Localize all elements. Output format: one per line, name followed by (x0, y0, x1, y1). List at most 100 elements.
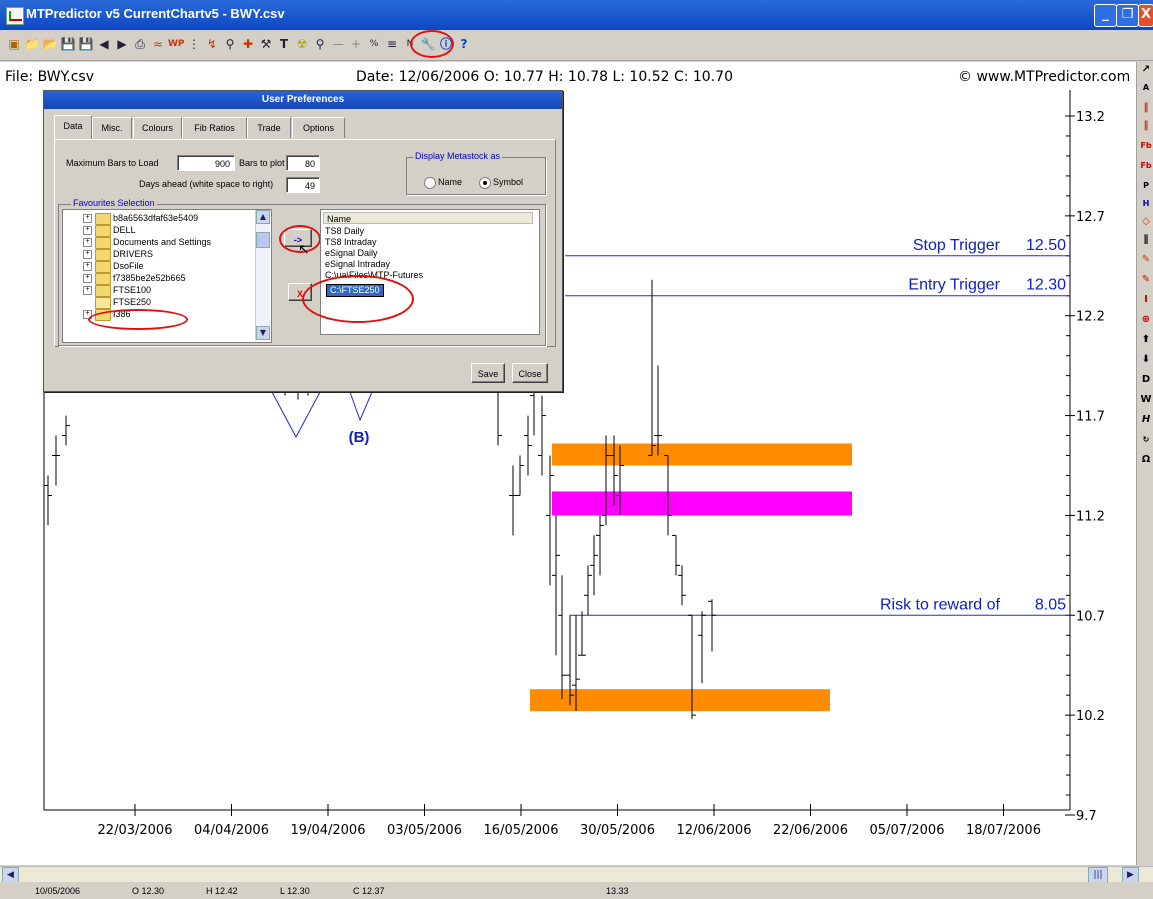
scroll-right-icon[interactable]: ▶ (1122, 867, 1139, 883)
tab-trade[interactable]: Trade (247, 117, 291, 138)
d-icon[interactable]: D (1138, 372, 1153, 388)
status-bar: 10/05/2006 O 12.30 H 12.42 L 12.30 C 12.… (0, 882, 1153, 899)
horizontal-scrollbar[interactable]: ◀ ||| ▶ (0, 866, 1153, 883)
target-icon[interactable]: ⊕ (1138, 312, 1153, 328)
a-icon[interactable]: A (1138, 80, 1153, 96)
trigger-label: Entry Trigger (908, 277, 1000, 294)
w-icon[interactable]: W (1138, 392, 1153, 408)
trigger-value: 8.05 (1035, 596, 1066, 613)
close-dialog-button[interactable]: Close (512, 363, 548, 383)
list-item[interactable]: TS8 Intraday (325, 237, 377, 248)
x-tick-label: 30/05/2006 (580, 823, 655, 838)
down-arrow-icon[interactable]: ⬇ (1138, 352, 1153, 368)
pencil2-icon[interactable]: ✎ (1138, 272, 1153, 288)
reset-icon[interactable]: ↻ (1138, 432, 1153, 448)
radio-symbol[interactable] (479, 177, 491, 189)
scroll-up-icon[interactable]: ▲ (256, 210, 270, 224)
tab-data[interactable]: Data (54, 115, 92, 139)
zone-box (552, 491, 852, 516)
pl-icon[interactable]: P (1138, 178, 1153, 194)
tree-item[interactable]: + DELL (63, 224, 253, 237)
status-close: C 12.37 (353, 886, 385, 896)
tree-item[interactable]: + Documents and Settings (63, 236, 253, 249)
y-tick-label: 13.2 (1076, 110, 1105, 125)
highlight-ellipse (88, 309, 188, 330)
range-icon[interactable]: ◇ (1138, 214, 1153, 230)
bracket-icon[interactable]: ‖ (1138, 100, 1153, 116)
fib-p-icon[interactable]: Fb (1138, 138, 1153, 154)
trigger-label: Stop Trigger (913, 237, 1001, 254)
fib-t-icon[interactable]: Fb (1138, 158, 1153, 174)
marker-icon[interactable]: I (1138, 292, 1153, 308)
scroll-thumb[interactable]: ||| (1088, 867, 1108, 883)
trigger-label: Risk to reward of (880, 596, 1001, 613)
zone-box (552, 443, 852, 466)
tab-options[interactable]: Options (292, 117, 345, 138)
days-ahead-input[interactable]: 49 (286, 177, 320, 193)
x-tick-label: 19/04/2006 (291, 823, 366, 838)
y-tick-label: 10.2 (1076, 709, 1105, 724)
trigger-value: 12.30 (1026, 277, 1066, 294)
y-tick-label: 12.7 (1076, 210, 1105, 225)
save-button[interactable]: Save (471, 363, 505, 383)
scroll-thumb[interactable] (256, 232, 270, 248)
days-ahead-label: Days ahead (white space to right) (139, 179, 274, 189)
user-preferences-dialog: User Preferences Data Misc. Colours Fib … (43, 90, 563, 392)
highlight-ellipse (302, 275, 414, 323)
bracket2-icon[interactable]: ‖ (1138, 118, 1153, 134)
wave-label: (B) (349, 429, 370, 446)
radio-symbol-label: Symbol (493, 177, 524, 187)
split-icon[interactable]: ∥ (1138, 232, 1153, 248)
tree-item-selected[interactable]: FTSE250 (63, 296, 253, 309)
y-tick-label: 12.2 (1076, 310, 1105, 325)
side-toolbar: ↗ A ‖ ‖ Fb Fb P H ◇ ∥ ✎ ✎ I ⊕ ⬆ ⬇ D W H … (1136, 62, 1153, 865)
up-arrow-icon[interactable]: ⬆ (1138, 332, 1153, 348)
max-bars-input[interactable]: 900 (177, 155, 235, 171)
x-tick-label: 22/03/2006 (98, 823, 173, 838)
list-header: Name (323, 212, 533, 224)
y-tick-label: 9.7 (1076, 809, 1097, 824)
dialog-title: User Preferences (44, 91, 562, 109)
omega-icon[interactable]: Ω (1138, 452, 1153, 468)
radio-name[interactable] (424, 177, 436, 189)
x-tick-label: 22/06/2006 (773, 823, 848, 838)
tree-item[interactable]: + DRIVERS (63, 248, 253, 261)
hl-icon[interactable]: H (1138, 196, 1153, 212)
zone-box (530, 689, 830, 712)
x-tick-label: 16/05/2006 (484, 823, 559, 838)
x-tick-label: 04/04/2006 (194, 823, 269, 838)
status-date: 10/05/2006 (35, 886, 81, 896)
tree-item[interactable]: + FTSE100 (63, 284, 253, 297)
tab-colours[interactable]: Colours (133, 117, 182, 138)
status-high: H 12.42 (206, 886, 238, 896)
list-item[interactable]: eSignal Intraday (325, 259, 390, 270)
x-tick-label: 12/06/2006 (677, 823, 752, 838)
tree-item[interactable]: + b8a6563dfaf63e5409 (63, 212, 253, 225)
status-open: O 12.30 (132, 886, 165, 896)
x-tick-label: 05/07/2006 (870, 823, 945, 838)
pencil-icon[interactable]: ✎ (1138, 252, 1153, 268)
trigger-value: 12.50 (1026, 237, 1066, 254)
h-icon[interactable]: H (1138, 412, 1153, 428)
status-value: 13.33 (606, 886, 629, 896)
x-tick-label: 18/07/2006 (966, 823, 1041, 838)
y-tick-label: 10.7 (1076, 609, 1105, 624)
scroll-down-icon[interactable]: ▼ (256, 326, 270, 340)
display-metastock-title: Display Metastock as (413, 151, 503, 161)
tree-item[interactable]: + f7385be2e52b665 (63, 272, 253, 285)
display-metastock-group: Display Metastock as Name Symbol (406, 151, 546, 195)
bars-to-plot-input[interactable]: 80 (286, 155, 320, 171)
pointer-icon[interactable]: ↗ (1138, 62, 1153, 78)
tab-fib-ratios[interactable]: Fib Ratios (182, 117, 247, 138)
y-tick-label: 11.2 (1076, 509, 1105, 524)
y-tick-label: 11.7 (1076, 410, 1105, 425)
x-tick-label: 03/05/2006 (387, 823, 462, 838)
tree-item[interactable]: + DsoFile (63, 260, 253, 273)
list-item[interactable]: TS8 Daily (325, 226, 364, 237)
tab-misc[interactable]: Misc. (92, 117, 132, 138)
bars-to-plot-label: Bars to plot (239, 158, 285, 168)
list-item[interactable]: eSignal Daily (325, 248, 378, 259)
scroll-left-icon[interactable]: ◀ (2, 867, 19, 883)
tree-scrollbar[interactable]: ▲ ▼ (255, 210, 270, 340)
favourites-title: Favourites Selection (71, 198, 157, 208)
